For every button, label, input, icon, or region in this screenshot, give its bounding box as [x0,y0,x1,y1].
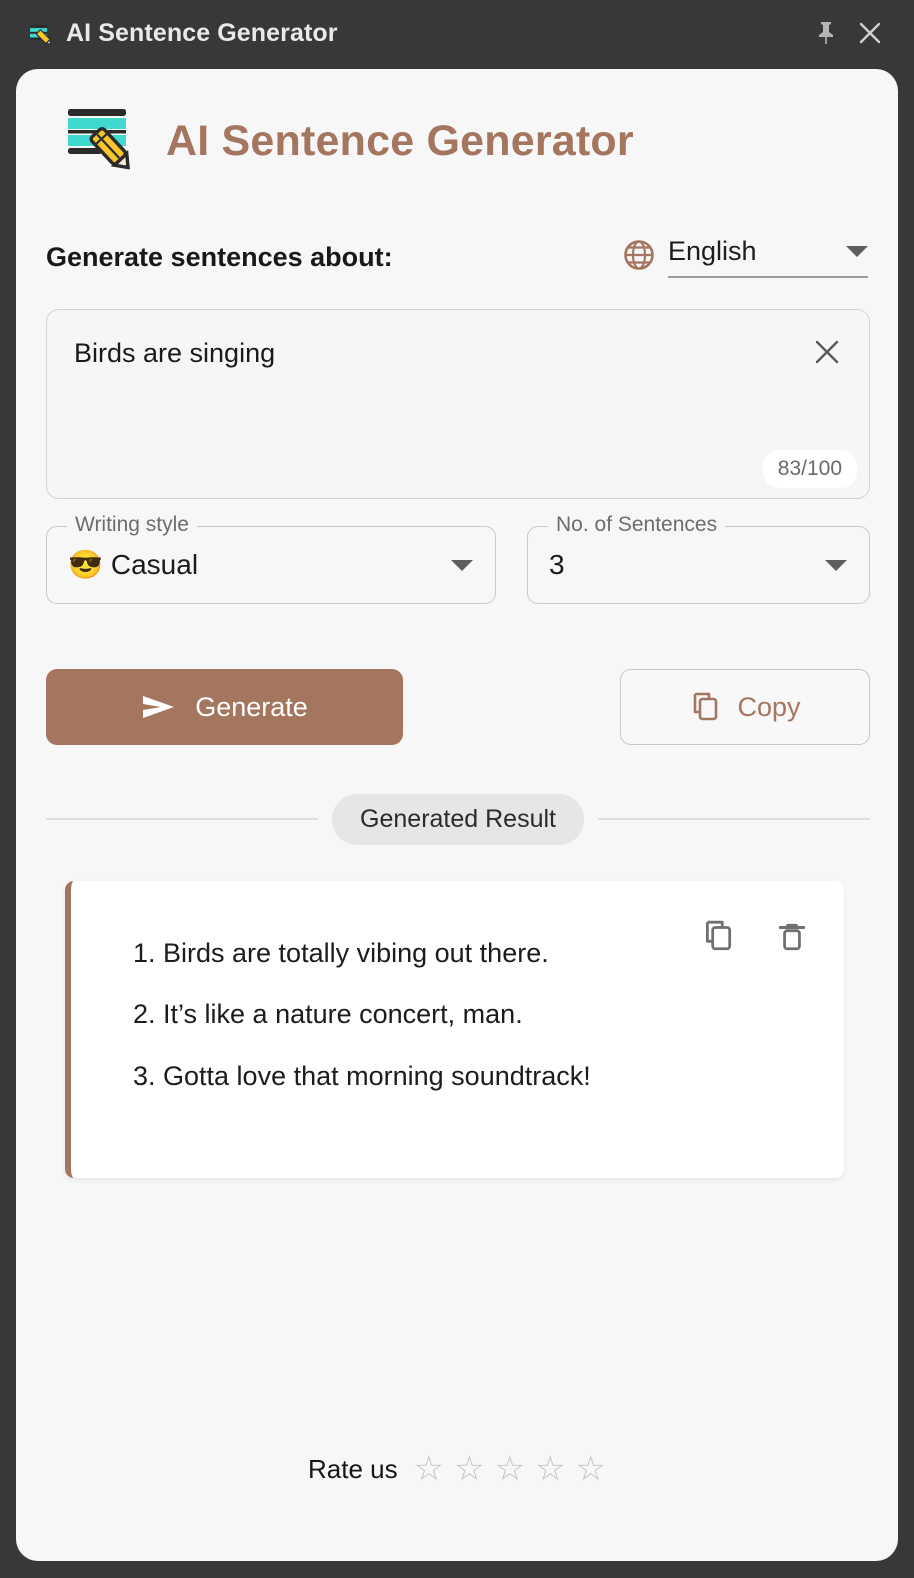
trash-icon[interactable] [775,919,809,953]
rate-us-widget: Rate us ☆ ☆ ☆ ☆ ☆ [16,1452,898,1486]
rate-us-label: Rate us [307,1453,398,1484]
globe-icon [624,240,654,270]
window-title: AI Sentence Generator [66,18,338,47]
pin-icon [819,22,833,44]
copy-icon[interactable] [701,919,735,953]
star-icon[interactable]: ☆ [495,1452,525,1486]
copy-button-label: Copy [737,691,801,722]
pin-button[interactable] [804,11,848,55]
sentence-count-value: 3 [549,549,565,580]
app-icon [30,24,52,45]
star-icon[interactable]: ☆ [535,1452,565,1486]
copy-button[interactable]: Copy [620,669,870,745]
star-icon[interactable]: ☆ [414,1452,444,1486]
result-card: 1. Birds are totally vibing out there. 2… [65,881,844,1178]
window-titlebar: AI Sentence Generator [0,0,914,66]
language-selector[interactable]: English [622,236,868,278]
close-button[interactable] [848,11,892,55]
sentence-count-select[interactable]: No. of Sentences 3 [527,513,870,604]
prompt-label: Generate sentences about: [46,241,393,272]
send-icon [143,696,175,718]
copy-icon [694,692,718,721]
char-counter: 83/100 [762,450,857,488]
generate-button[interactable]: Generate [46,669,403,745]
chevron-down-icon [846,246,868,257]
brand-title: AI Sentence Generator [166,116,634,165]
chevron-down-icon [825,559,847,571]
app-card: AI Sentence Generator Generate sentences… [16,69,898,1561]
divider-line-right [597,818,871,820]
result-sentence: 1. Birds are totally vibing out there. [133,938,549,968]
prompt-row: Generate sentences about: English [46,226,868,288]
writing-style-value: Casual [110,549,199,580]
close-icon [815,340,839,364]
topic-textarea[interactable]: Birds are singing 83/100 [46,309,870,499]
language-dropdown[interactable]: English [668,236,868,278]
brand-logo-icon [68,109,130,170]
result-sentence: 3. Gotta love that morning soundtrack! [133,1060,591,1091]
generate-button-label: Generate [195,691,308,722]
star-icon[interactable]: ☆ [576,1452,606,1486]
topic-text-value: Birds are singing [74,338,276,368]
brand-header: AI Sentence Generator [62,105,634,177]
result-card-actions [701,919,809,953]
language-value: English [668,236,757,266]
result-sentence: 2. It’s like a nature concert, man. [133,999,523,1030]
writing-style-select[interactable]: Writing style 😎 Casual [46,513,496,604]
result-divider: Generated Result [46,793,871,845]
generated-result-chip: Generated Result [332,793,584,845]
close-icon [859,22,881,44]
clear-input-button[interactable] [807,332,847,372]
divider-line-left [46,818,319,820]
star-icon[interactable]: ☆ [454,1452,484,1486]
sunglasses-emoji-icon: 😎 [68,549,103,580]
chevron-down-icon [451,559,473,571]
